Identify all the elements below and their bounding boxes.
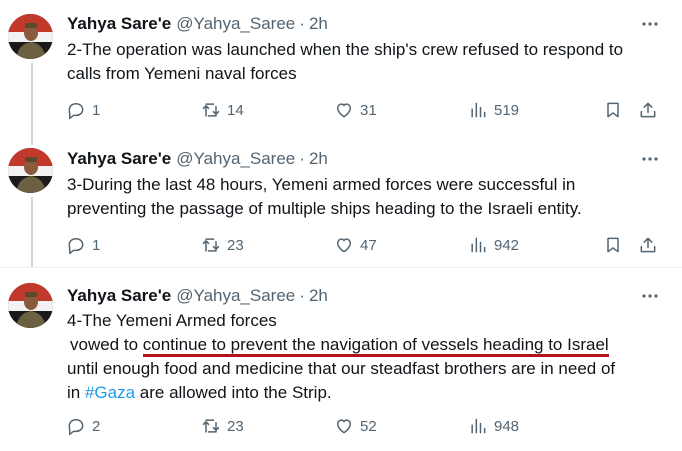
share-button[interactable] [638, 98, 658, 122]
author-name[interactable]: Yahya Sare'e [67, 286, 171, 306]
repost-button[interactable]: 23 [201, 414, 244, 438]
tweet-actions: 2 23 52 948 [66, 414, 666, 438]
author-handle[interactable]: @Yahya_Saree [176, 14, 295, 34]
views-button[interactable]: 519 [468, 98, 519, 122]
like-count: 31 [360, 101, 377, 119]
bookmark-button[interactable] [603, 98, 623, 122]
author-handle[interactable]: @Yahya_Saree [176, 286, 295, 306]
view-count: 948 [494, 417, 520, 435]
author-name[interactable]: Yahya Sare'e [67, 14, 171, 34]
repost-icon [202, 419, 220, 433]
repost-count: 14 [227, 101, 244, 119]
views-icon [471, 102, 486, 118]
tweet-text-line: 3-During the last 48 hours, Yemeni armed… [67, 175, 576, 194]
tweet-text-segment: vowed to [70, 335, 143, 354]
tweet-text-line: 4-The Yemeni Armed forces [67, 311, 277, 330]
reply-icon [68, 419, 84, 436]
tweet-text: 4-The Yemeni Armed forces vowed to conti… [67, 309, 667, 405]
separator: · [299, 149, 305, 168]
timestamp[interactable]: 2h [309, 14, 328, 34]
repost-icon [202, 238, 220, 252]
like-icon [337, 103, 351, 118]
tweet-text-line: vowed to continue to prevent the navigat… [67, 333, 667, 357]
tweet-header: Yahya Sare'e @Yahya_Saree · 2h [67, 148, 328, 170]
separator: · [299, 14, 305, 33]
tweet-header: Yahya Sare'e @Yahya_Saree · 2h [67, 285, 328, 307]
like-icon [337, 419, 351, 434]
tweet-text-segment: are allowed into the Strip. [135, 383, 332, 402]
author-name[interactable]: Yahya Sare'e [67, 149, 171, 169]
author-handle[interactable]: @Yahya_Saree [176, 149, 295, 169]
like-button[interactable]: 47 [334, 233, 377, 257]
share-icon [640, 237, 656, 253]
thread-line [31, 197, 33, 267]
reply-icon [68, 238, 84, 255]
views-button[interactable]: 948 [468, 414, 519, 438]
timestamp[interactable]: 2h [309, 286, 328, 306]
hashtag-link[interactable]: #Gaza [85, 383, 135, 402]
tweet-text-line: in #Gaza are allowed into the Strip. [67, 381, 667, 405]
bookmark-button[interactable] [603, 233, 623, 257]
avatar[interactable] [8, 148, 53, 193]
like-count: 52 [360, 417, 377, 435]
views-icon [471, 237, 486, 253]
tweet-text-line: until enough food and medicine that our … [67, 359, 616, 378]
like-icon [337, 238, 351, 253]
views-button[interactable]: 942 [468, 233, 519, 257]
tweet-actions: 1 14 31 519 [66, 98, 666, 122]
repost-button[interactable]: 14 [201, 98, 244, 122]
tweet-text-line: preventing the passage of multiple ships… [67, 199, 582, 218]
repost-button[interactable]: 23 [201, 233, 244, 257]
tweet-header: Yahya Sare'e @Yahya_Saree · 2h [67, 13, 328, 35]
like-button[interactable]: 31 [334, 98, 377, 122]
tweet[interactable]: Yahya Sare'e @Yahya_Saree · 2h 2-The ope… [0, 0, 682, 136]
more-icon [642, 294, 658, 298]
tweet-text: 2-The operation was launched when the sh… [67, 38, 667, 86]
tweet-text-segment: in [67, 383, 85, 402]
more-icon [642, 22, 658, 26]
reply-button[interactable]: 1 [66, 233, 100, 257]
tweet-actions: 1 23 47 942 [66, 233, 666, 257]
avatar[interactable] [8, 14, 53, 59]
like-button[interactable]: 52 [334, 414, 377, 438]
like-count: 47 [360, 236, 377, 254]
reply-icon [68, 103, 84, 120]
bookmark-icon [607, 102, 619, 118]
tweet-text-line: calls from Yemeni naval forces [67, 64, 297, 83]
reply-count: 2 [92, 417, 101, 435]
repost-count: 23 [227, 417, 244, 435]
view-count: 942 [494, 236, 520, 254]
more-button[interactable] [640, 285, 660, 307]
more-button[interactable] [640, 148, 660, 170]
more-icon [642, 157, 658, 161]
reply-button[interactable]: 1 [66, 98, 100, 122]
highlighted-text: continue to prevent the navigation of ve… [142, 335, 609, 357]
avatar[interactable] [8, 283, 53, 328]
bookmark-icon [607, 237, 619, 253]
repost-count: 23 [227, 236, 244, 254]
views-icon [471, 418, 486, 434]
tweet-text: 3-During the last 48 hours, Yemeni armed… [67, 173, 667, 221]
share-icon [640, 102, 656, 118]
reply-count: 1 [92, 101, 101, 119]
share-button[interactable] [638, 233, 658, 257]
separator: · [299, 286, 305, 305]
reply-count: 1 [92, 236, 101, 254]
view-count: 519 [494, 101, 520, 119]
reply-button[interactable]: 2 [66, 414, 100, 438]
tweet-text-line: 2-The operation was launched when the sh… [67, 40, 624, 59]
timestamp[interactable]: 2h [309, 149, 328, 169]
more-button[interactable] [640, 13, 660, 35]
repost-icon [202, 103, 220, 117]
